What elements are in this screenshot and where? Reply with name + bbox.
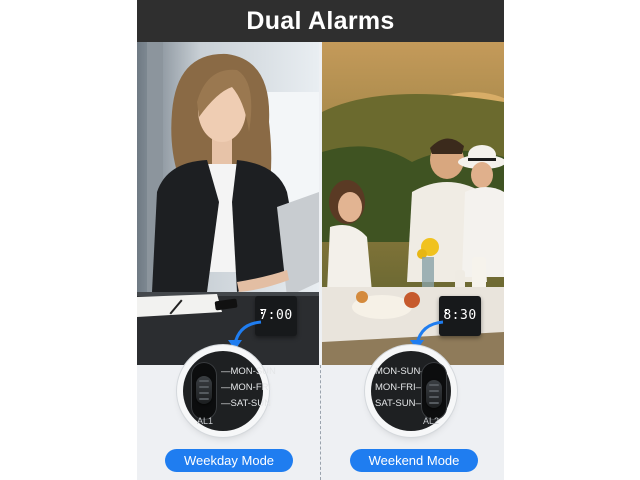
alarm-switch-al1: —MON-SUN —MON-FRI —SAT-SUN AL1: [183, 351, 276, 431]
weekday-mode-button[interactable]: Weekday Mode: [165, 449, 293, 472]
pointer-arrow-icon: [228, 320, 262, 350]
switch-label: AL2: [423, 416, 440, 426]
option-sat-sun: SAT-SUN—: [375, 398, 425, 409]
weekend-mode-button[interactable]: Weekend Mode: [350, 449, 478, 472]
option-mon-fri: —MON-FRI: [221, 382, 272, 393]
slider-thumb[interactable]: [196, 376, 212, 404]
option-mon-fri: MON-FRI—: [375, 382, 425, 393]
alarm-switch-al2: MON-SUN— MON-FRI— SAT-SUN— AL2: [371, 351, 451, 431]
alarm-mode-slider[interactable]: [421, 362, 447, 420]
banner-title: Dual Alarms: [137, 0, 504, 42]
option-sat-sun: —SAT-SUN: [221, 398, 271, 409]
panel-divider: [320, 365, 321, 480]
option-mon-sun: —MON-SUN: [221, 366, 276, 377]
slider-thumb[interactable]: [426, 380, 442, 408]
alarm-mode-slider[interactable]: [191, 362, 217, 420]
pointer-arrow-icon: [410, 320, 444, 350]
product-poster: Dual Alarms 7:00 8:30 —MON-SUN —MON-FRI …: [137, 0, 504, 480]
switch-label: AL1: [197, 416, 214, 426]
